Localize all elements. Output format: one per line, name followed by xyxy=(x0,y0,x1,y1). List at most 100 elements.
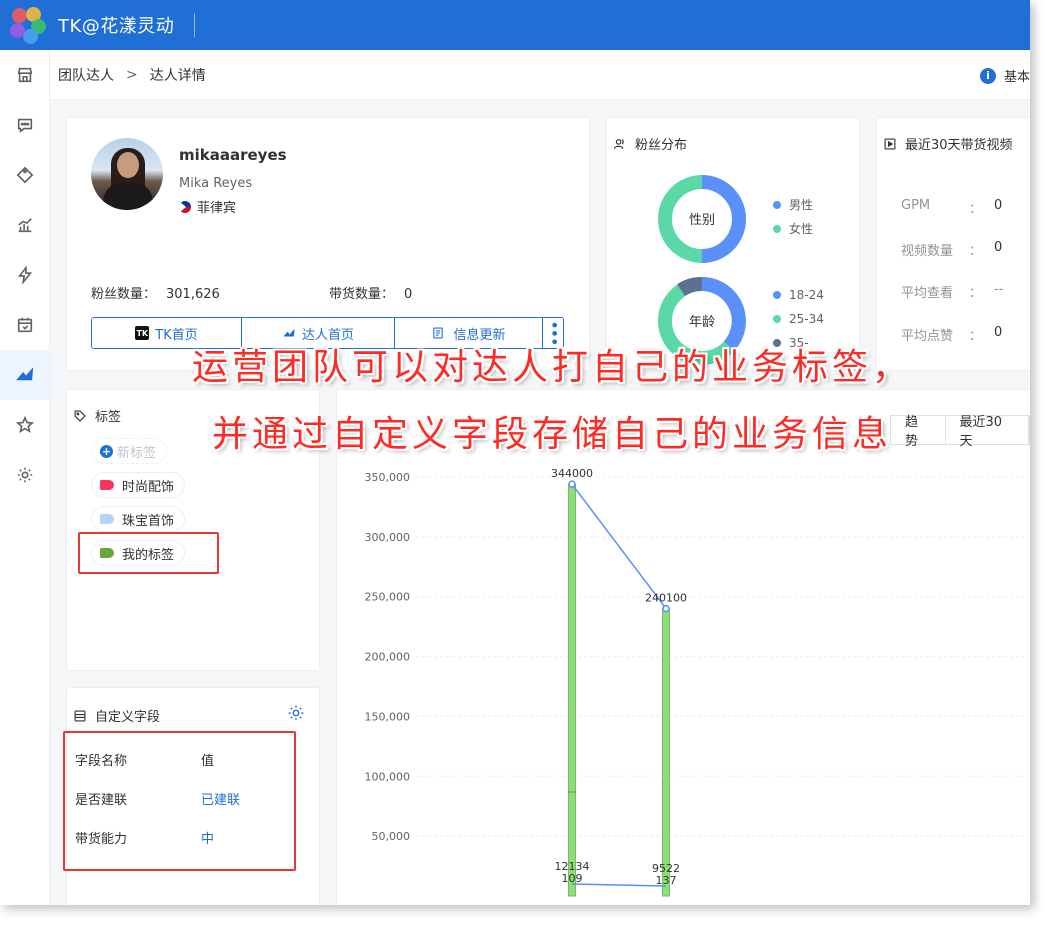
legend-age-25-34-label: 25-34 xyxy=(789,312,824,326)
sidebar-item-store[interactable] xyxy=(0,50,50,100)
calendar-icon xyxy=(17,317,33,333)
sidebar-item-favorites[interactable] xyxy=(0,400,50,450)
tab-trend[interactable]: 趋势 xyxy=(891,415,946,449)
legend-female-label: 女性 xyxy=(789,222,814,236)
overlay-caption-line2: 并通过自定义字段存储自己的业务信息 xyxy=(212,414,893,455)
breadcrumb-item-creator-detail: 达人详情 xyxy=(149,67,206,84)
chart-icon xyxy=(18,218,32,233)
colon: ： xyxy=(969,244,983,259)
video-stats-card: 最近30天带货视频 GPM： 0 视频数量： 0 平均查看： -- 平均点赞： 0 xyxy=(876,117,1030,371)
fans-distribution-card: 粉丝分布 性别 男性 女性 年龄 18-24 25-34 35- xyxy=(606,117,860,371)
tags-label: 标签 xyxy=(95,410,122,425)
tag-icon xyxy=(100,514,114,524)
bar xyxy=(568,483,576,897)
data-label: 240100 xyxy=(645,592,687,605)
sidebar-item-chat[interactable] xyxy=(0,100,50,150)
series-point xyxy=(568,480,576,488)
sidebar-item-settings[interactable] xyxy=(0,450,50,500)
display-name: Mika Reyes xyxy=(179,176,253,191)
country-label: 菲律宾 xyxy=(197,201,237,216)
tag-item[interactable]: 珠宝首饰 xyxy=(91,506,186,532)
sidebar-item-creators[interactable] xyxy=(0,350,50,400)
user-icon xyxy=(613,138,624,149)
video-stats-title: 最近30天带货视频 xyxy=(883,134,1013,153)
colon: ： xyxy=(969,329,983,344)
info-icon: i xyxy=(979,67,996,84)
profile-card: mikaaareyes Mika Reyes 菲律宾 粉丝数量： 301,626 … xyxy=(66,117,590,371)
stat-gpm: GPM ： 0 xyxy=(901,198,1002,217)
gender-donut: 性别 xyxy=(658,175,746,263)
topbar-divider xyxy=(194,13,196,37)
legend-age-18-24-label: 18-24 xyxy=(789,288,824,302)
stat-avg-views-value: -- xyxy=(994,282,1004,297)
y-tick-label: 100,000 xyxy=(365,770,411,783)
y-tick-label: 300,000 xyxy=(365,531,411,544)
sidebar-item-analytics[interactable] xyxy=(0,200,50,250)
stat-avg-views: 平均查看 ： -- xyxy=(901,282,1003,301)
fans-distribution-label: 粉丝分布 xyxy=(635,138,688,153)
country: 菲律宾 xyxy=(179,197,236,216)
sidebar-item-calendar[interactable] xyxy=(0,300,50,350)
app-window: TK@花漾灵动 团队达人 > 达人详情 i 基本 mikaaareyes Mik… xyxy=(0,0,1030,905)
store-icon xyxy=(17,67,33,83)
add-tag-button[interactable]: + 新标签 xyxy=(91,438,168,464)
legend-male: 男性 xyxy=(773,196,813,213)
highlight-box-tag xyxy=(78,532,219,574)
tab-last-30-days[interactable]: 最近30天 xyxy=(946,415,1029,449)
sidebar xyxy=(0,50,50,905)
trend-chart: 350,000 300,000 250,000 200,000 150,000 100,0… xyxy=(365,467,1026,897)
bar xyxy=(662,608,670,897)
fans-count: 粉丝数量： 301,626 xyxy=(91,283,220,302)
play-icon xyxy=(884,138,896,149)
y-tick-label: 250,000 xyxy=(365,591,411,604)
legend-age-18-24: 18-24 xyxy=(773,288,824,302)
fans-count-value: 301,626 xyxy=(166,287,220,302)
colon: ： xyxy=(969,202,983,217)
highlight-box-fields xyxy=(63,731,296,871)
custom-fields-title: 自定义字段 xyxy=(73,706,160,725)
series-line xyxy=(571,483,667,610)
app-logo xyxy=(8,5,48,45)
tag-label: 珠宝首饰 xyxy=(122,513,175,529)
fans-distribution-title: 粉丝分布 xyxy=(613,134,687,153)
series-line-bottom xyxy=(571,883,667,887)
stat-gpm-label: GPM xyxy=(901,198,931,213)
creator-icon xyxy=(16,367,34,381)
lightning-icon xyxy=(17,266,33,284)
y-tick-label: 150,000 xyxy=(365,710,411,723)
breadcrumb-separator: > xyxy=(126,66,138,83)
star-icon xyxy=(16,416,34,433)
tiktok-icon: TK xyxy=(135,326,150,340)
legend-age-25-34: 25-34 xyxy=(773,312,824,326)
data-label: 137 xyxy=(656,874,677,887)
top-bar: TK@花漾灵动 xyxy=(0,0,1030,50)
goods-count-label: 带货数量： xyxy=(329,287,395,302)
tag-item[interactable]: 时尚配饰 xyxy=(91,472,186,498)
philippines-flag-icon xyxy=(179,200,191,213)
breadcrumb-item-team-creators[interactable]: 团队达人 xyxy=(58,65,114,85)
gear-icon[interactable] xyxy=(287,704,305,722)
stat-gpm-value: 0 xyxy=(994,198,1003,213)
sidebar-item-flash[interactable] xyxy=(0,250,50,300)
y-tick-label: 200,000 xyxy=(365,651,411,664)
basic-info-link[interactable]: i 基本 xyxy=(979,66,1030,85)
breadcrumb: 团队达人 > 达人详情 i 基本 xyxy=(50,50,1030,100)
tags-title: 标签 xyxy=(73,406,121,425)
tag-label: 时尚配饰 xyxy=(122,479,175,495)
stat-avg-views-label: 平均查看 xyxy=(901,286,954,301)
sidebar-item-tag[interactable] xyxy=(0,150,50,200)
app-title: TK@花漾灵动 xyxy=(58,16,175,37)
tag-icon xyxy=(100,480,114,490)
avatar xyxy=(91,138,163,210)
y-tick-label: 350,000 xyxy=(365,471,411,484)
custom-fields-label: 自定义字段 xyxy=(95,710,161,725)
stat-video-count-value: 0 xyxy=(994,240,1003,255)
colon: ： xyxy=(969,286,983,301)
y-tick-label: 50,000 xyxy=(372,830,411,843)
add-tag-label: 新标签 xyxy=(117,445,157,461)
chart-tabs: 趋势 最近30天 xyxy=(890,415,1030,449)
main-content: mikaaareyes Mika Reyes 菲律宾 粉丝数量： 301,626 … xyxy=(50,101,1030,905)
legend-female: 女性 xyxy=(773,220,813,237)
chat-icon xyxy=(17,118,33,133)
stat-avg-likes-value: 0 xyxy=(994,325,1003,340)
